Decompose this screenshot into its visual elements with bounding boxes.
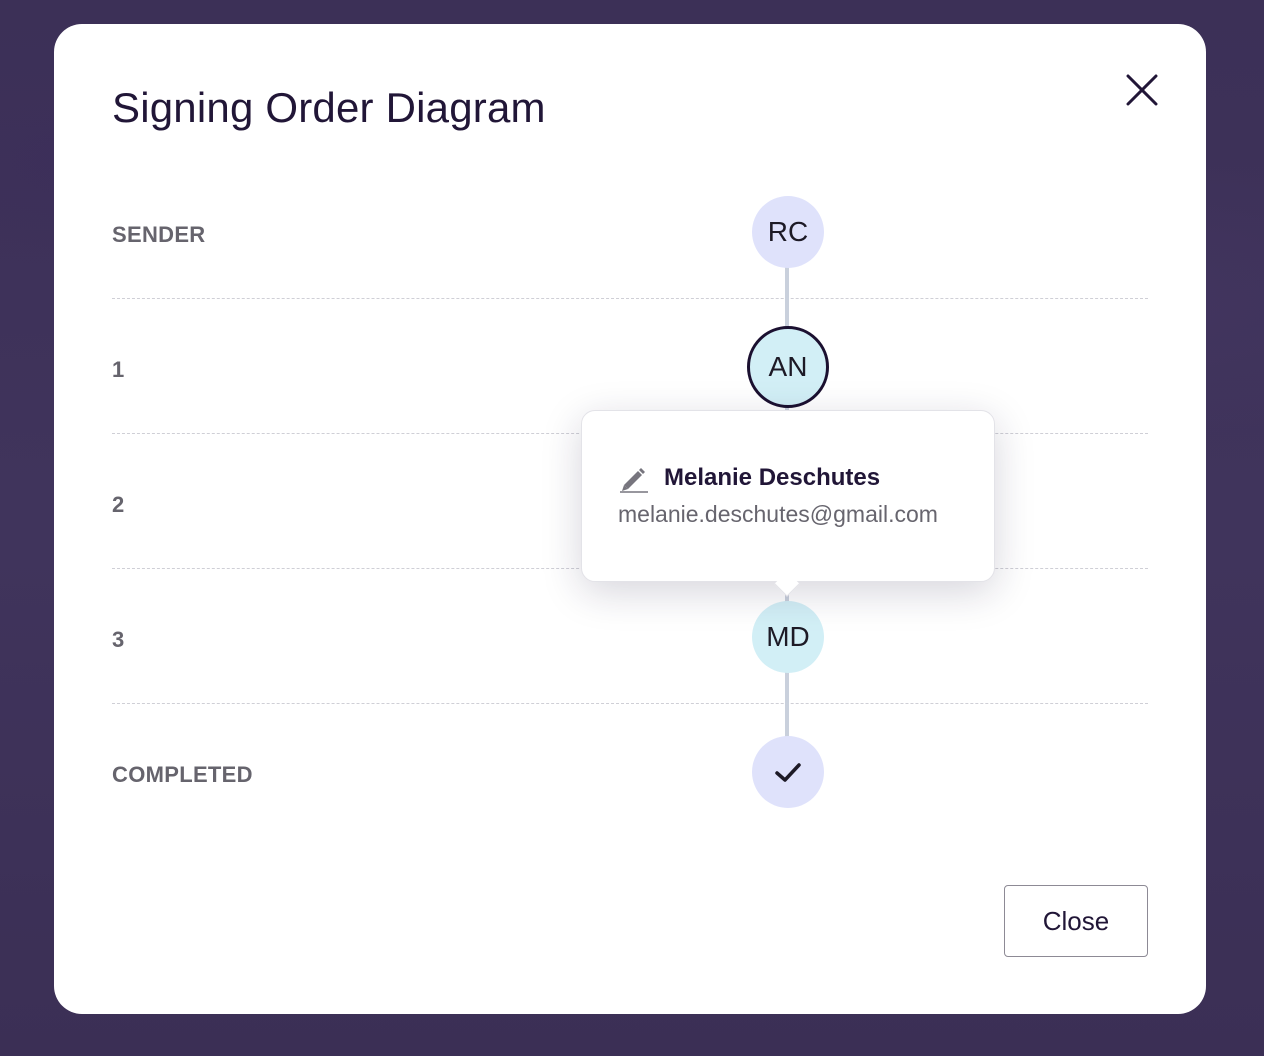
modal-title: Signing Order Diagram bbox=[112, 84, 546, 131]
row-label: 3 bbox=[112, 627, 125, 652]
signer-name: Melanie Deschutes bbox=[664, 464, 881, 491]
signer-avatar-step-3[interactable]: MD bbox=[752, 601, 824, 673]
close-button[interactable]: Close bbox=[1004, 885, 1148, 957]
close-icon[interactable] bbox=[1122, 70, 1162, 110]
row-label: SENDER bbox=[112, 222, 206, 247]
row-label: 1 bbox=[112, 357, 125, 382]
signer-tooltip: Melanie Deschutes melanie.deschutes@gmai… bbox=[581, 410, 995, 597]
completed-node bbox=[752, 736, 824, 808]
tooltip-header: Melanie Deschutes bbox=[618, 463, 880, 493]
pen-icon bbox=[620, 468, 648, 493]
row-step-3: 3 bbox=[112, 569, 1148, 704]
signer-avatar-step-1[interactable]: AN bbox=[747, 326, 829, 408]
sender-avatar[interactable]: RC bbox=[752, 196, 824, 268]
row-label: COMPLETED bbox=[112, 762, 253, 787]
checkmark-icon bbox=[775, 763, 801, 782]
row-label: 2 bbox=[112, 492, 125, 517]
row-sender: SENDER bbox=[112, 164, 1148, 299]
signing-order-modal: Signing Order Diagram SENDER 1 2 3 COMPL… bbox=[54, 24, 1206, 1014]
signer-email: melanie.deschutes@gmail.com bbox=[618, 501, 938, 527]
row-completed: COMPLETED bbox=[112, 704, 1148, 839]
